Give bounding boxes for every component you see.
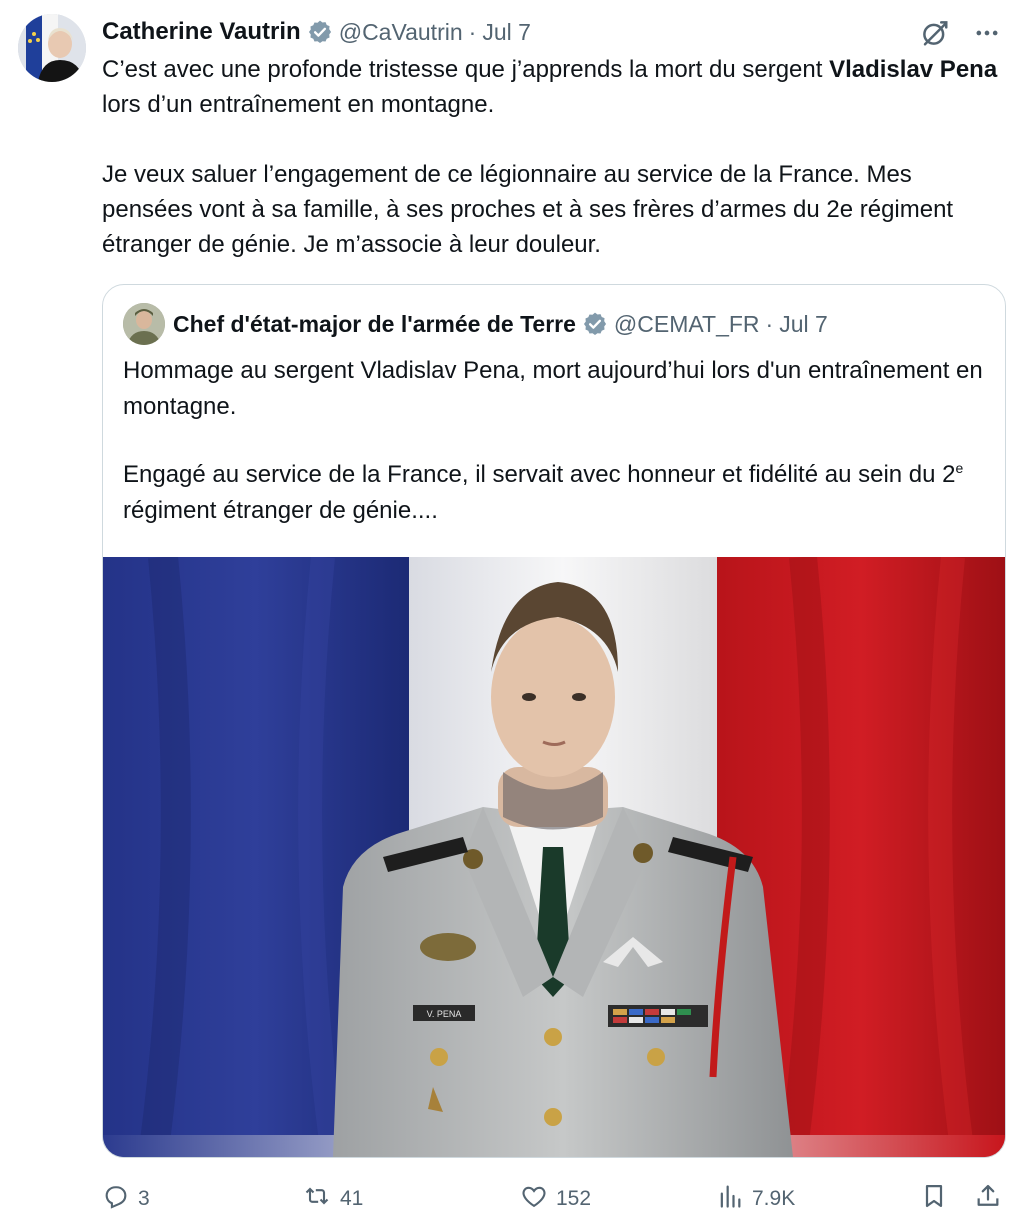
quote-author-name[interactable]: Chef d'état-major de l'armée de Terre — [173, 311, 576, 338]
quote-author-avatar[interactable] — [123, 303, 165, 345]
share-button[interactable] — [974, 1176, 1002, 1222]
bookmark-button[interactable] — [920, 1176, 948, 1222]
repost-count: 41 — [340, 1187, 364, 1210]
bookmark-icon — [920, 1182, 948, 1216]
author-avatar[interactable] — [18, 14, 86, 82]
reply-icon — [102, 1182, 130, 1216]
meta-separator: · — [468, 18, 477, 45]
share-icon — [974, 1182, 1002, 1216]
verified-badge-icon[interactable] — [582, 311, 608, 337]
tweet-paragraph-1: C’est avec une profonde tristesse que j’… — [102, 52, 1002, 122]
quote-meta-separator: · — [765, 310, 774, 337]
like-button[interactable]: 152 — [520, 1176, 591, 1222]
tweet-text-part1: C’est avec une profonde tristesse que j’… — [102, 56, 830, 83]
repost-button[interactable]: 41 — [302, 1176, 363, 1222]
views-icon — [716, 1182, 744, 1216]
like-count: 152 — [556, 1187, 592, 1210]
quote-text-part1: Engagé au service de la France, il serva… — [123, 461, 956, 488]
quote-date[interactable]: Jul 7 — [779, 311, 828, 338]
tweet-header: Catherine Vautrin @CaVautrin · Jul 7 — [102, 14, 531, 50]
reply-count: 3 — [138, 1187, 150, 1210]
tweet-paragraph-2: Je veux saluer l’engagement de ce légion… — [102, 161, 954, 258]
grok-icon[interactable] — [918, 16, 952, 50]
uniform-name-tag: V. PENA — [427, 1009, 462, 1019]
quote-text-part2: régiment étranger de génie.... — [123, 497, 438, 524]
reply-button[interactable]: 3 — [102, 1176, 150, 1222]
views-button[interactable]: 7.9K — [716, 1176, 795, 1222]
quote-paragraph-1: Hommage au sergent Vladislav Pena, mort … — [123, 357, 983, 420]
tweet[interactable]: Catherine Vautrin @CaVautrin · Jul 7 C’e… — [0, 0, 1024, 1232]
action-bar: 3 41 152 7.9K — [102, 1176, 1002, 1222]
author-handle[interactable]: @CaVautrin — [339, 19, 463, 46]
quote-author-handle[interactable]: @CEMAT_FR — [614, 311, 760, 338]
quote-media-image[interactable]: V. PENA — [103, 557, 1005, 1157]
tweet-text-part2: lors d’un entraînement en montagne. — [102, 91, 495, 118]
tweet-date[interactable]: Jul 7 — [482, 19, 531, 46]
tweet-text-bold-name: Vladislav Pena — [829, 56, 998, 83]
tweet-text: C’est avec une profonde tristesse que j’… — [102, 52, 1002, 262]
repost-icon — [302, 1182, 332, 1216]
quote-header: Chef d'état-major de l'armée de Terre @C… — [123, 303, 828, 345]
more-icon[interactable] — [970, 16, 1004, 50]
verified-badge-icon[interactable] — [307, 19, 333, 45]
like-icon — [520, 1182, 548, 1216]
views-count: 7.9K — [752, 1187, 796, 1210]
quote-text: Hommage au sergent Vladislav Pena, mort … — [123, 353, 993, 529]
top-actions — [918, 16, 1004, 50]
quoted-tweet[interactable]: Chef d'état-major de l'armée de Terre @C… — [102, 284, 1006, 1158]
quote-paragraph-2: Engagé au service de la France, il serva… — [123, 457, 993, 529]
quote-text-superscript: e — [955, 460, 964, 476]
author-name[interactable]: Catherine Vautrin — [102, 18, 301, 46]
